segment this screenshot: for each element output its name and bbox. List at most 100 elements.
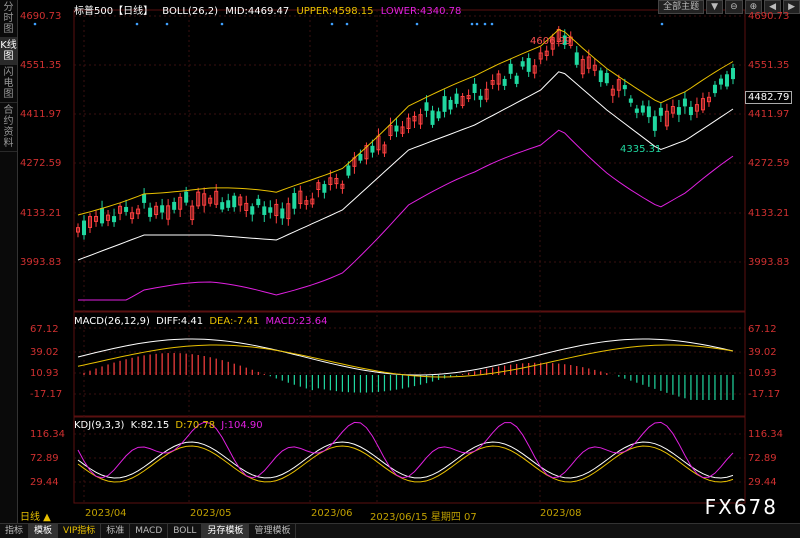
event-marker	[490, 22, 494, 26]
candle	[730, 68, 735, 80]
boll-upper-line	[77, 29, 734, 216]
candle	[124, 206, 129, 212]
tab-boll[interactable]: BOLL	[168, 524, 203, 538]
kdj-axis-right: 72.89	[748, 453, 777, 464]
kdj-d-line	[77, 445, 734, 483]
candle	[220, 202, 225, 210]
macd-axis-left: 10.93	[30, 368, 59, 379]
tab-vip-indicator[interactable]: VIP指标	[58, 524, 102, 538]
tab-macd[interactable]: MACD	[130, 524, 169, 538]
candle	[268, 207, 273, 213]
candle	[652, 116, 657, 131]
watermark-logo: FX678	[704, 495, 778, 519]
tab-save-template[interactable]: 另存模板	[202, 524, 250, 538]
candle	[280, 208, 285, 219]
tab-kline-chart[interactable]: K线图	[0, 38, 17, 65]
candle	[724, 74, 729, 87]
candle	[676, 107, 681, 115]
bottom-tab-bar: 指标 模板 VIP指标 标准 MACD BOLL 另存模板 管理模板	[0, 523, 800, 538]
candle	[448, 99, 453, 110]
kdj-axis-right: 29.44	[748, 477, 777, 488]
x-tick-crosshair: 2023/06/15 星期四 07	[370, 512, 477, 523]
kdj-axis-left: 116.34	[30, 429, 65, 440]
candle	[346, 165, 351, 176]
candle	[436, 111, 441, 119]
event-marker	[135, 22, 139, 26]
candle	[394, 125, 399, 132]
high-annotation: 4606.99	[530, 36, 572, 47]
macd-axis-left: 39.02	[30, 347, 59, 358]
candle	[262, 206, 267, 215]
price-label-right: 4411.97	[748, 109, 790, 120]
kdj-axis-left: 29.44	[30, 477, 59, 488]
zoom-out-icon[interactable]: ⊖	[725, 0, 743, 14]
candle	[478, 95, 483, 100]
candle	[718, 78, 723, 85]
candle	[256, 198, 261, 206]
candle	[526, 58, 531, 72]
tab-time-chart[interactable]: 分时图	[0, 0, 17, 38]
macd-params: MACD(26,12,9)	[74, 316, 150, 327]
event-marker	[475, 22, 479, 26]
period-label: 【日线】	[113, 6, 154, 17]
candle	[508, 63, 513, 74]
price-label-left: 4133.21	[20, 208, 62, 219]
macd-diff-line	[77, 338, 734, 376]
chart-header: 标普500【日线】 BOLL(26,2) MID:4469.47 UPPER:4…	[74, 2, 461, 17]
kdj-header: KDJ(9,3,3) K:82.15 D:70.78 J:104.90	[74, 420, 263, 431]
tab-contract-info[interactable]: 合约资料	[0, 103, 17, 152]
left-sidebar: 分时图 K线图 闪电图 合约资料	[0, 0, 18, 537]
candle	[682, 98, 687, 107]
price-label-right: 4133.21	[748, 208, 790, 219]
candle	[370, 145, 375, 153]
event-marker	[470, 22, 474, 26]
candle	[112, 216, 117, 223]
symbol-name: 标普500	[74, 6, 114, 17]
price-label-right: 3993.83	[748, 257, 790, 268]
macd-dea-line	[77, 344, 734, 378]
candle	[442, 96, 447, 112]
price-panel-frame	[73, 9, 746, 312]
event-marker	[345, 22, 349, 26]
boll-mid-value: MID:4469.47	[225, 6, 290, 17]
candle	[640, 105, 645, 113]
candle	[454, 93, 459, 104]
macd-axis-left: 67.12	[30, 324, 59, 335]
candle	[424, 102, 429, 111]
kline-chart[interactable]	[17, 0, 800, 523]
tab-standard[interactable]: 标准	[101, 524, 131, 538]
candle	[160, 205, 165, 213]
x-tick: 2023/05	[190, 508, 232, 519]
candle	[658, 107, 663, 116]
price-label-right: 4272.59	[748, 158, 790, 169]
theme-select[interactable]: 全部主题	[658, 0, 705, 14]
x-tick: 2023/08	[540, 508, 582, 519]
candle	[598, 70, 603, 83]
candle	[574, 52, 579, 65]
price-label-right: 4551.35	[748, 60, 790, 71]
candle	[148, 207, 153, 217]
kdj-j: J:104.90	[221, 420, 263, 431]
macd-header: MACD(26,12,9) DIFF:4.41 DEA:-7.41 MACD:2…	[74, 316, 327, 327]
tab-template[interactable]: 模板	[29, 524, 59, 538]
candle	[358, 153, 363, 161]
tab-indicator[interactable]: 指标	[0, 524, 30, 538]
candle	[172, 201, 177, 210]
timeframe-toggle[interactable]: 日线 ▲	[20, 508, 51, 523]
candle	[502, 78, 507, 86]
boll-lower-line	[78, 129, 734, 301]
macd-axis-right: 10.93	[748, 368, 777, 379]
candle	[100, 208, 105, 224]
tab-manage-template[interactable]: 管理模板	[249, 524, 297, 538]
candle	[250, 206, 255, 215]
tab-flash-chart[interactable]: 闪电图	[0, 65, 17, 103]
candle	[628, 98, 633, 103]
kdj-params: KDJ(9,3,3)	[74, 420, 125, 431]
chevron-down-icon[interactable]: ▼	[706, 0, 724, 14]
candle	[226, 200, 231, 208]
candle	[472, 83, 477, 94]
candle	[712, 84, 717, 94]
boll-mid-line	[77, 71, 734, 261]
candle	[232, 195, 237, 208]
boll-lower-value: LOWER:4340.78	[380, 6, 462, 17]
